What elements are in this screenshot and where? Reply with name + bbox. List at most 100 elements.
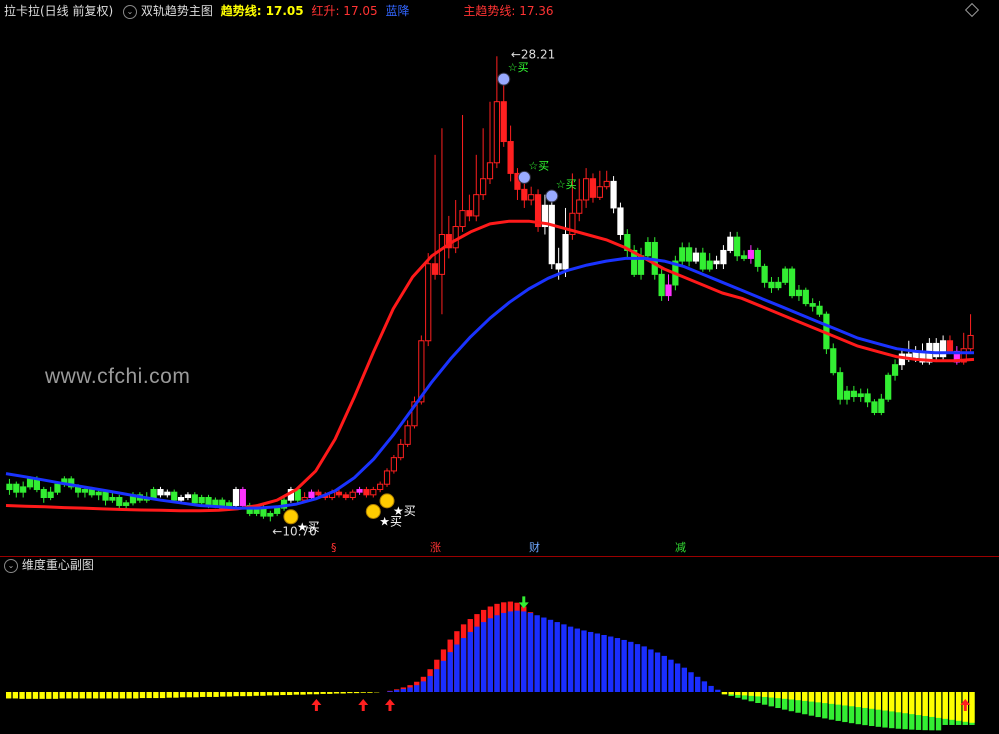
hist-bar: [166, 692, 172, 698]
sell-signal-label: ☆买: [556, 178, 577, 191]
event-marker[interactable]: §: [329, 541, 339, 555]
candle-body: [397, 443, 404, 459]
frowny-icon: [517, 170, 531, 184]
hist-bar: [86, 692, 92, 699]
candle-body: [459, 210, 466, 228]
up-arrow-icon: [960, 699, 971, 711]
hist-bar: [253, 692, 259, 696]
candle-body: [88, 489, 95, 496]
candle-body: [837, 372, 844, 400]
smiley-icon: [283, 509, 299, 525]
hist-bar: [6, 692, 12, 699]
event-marker[interactable]: 涨: [428, 541, 443, 555]
chevron-down-icon[interactable]: ⌄: [123, 4, 138, 19]
candle-body: [390, 457, 397, 472]
hist-bar: [353, 692, 360, 694]
hist-bar: [246, 692, 253, 697]
hist-bar: [126, 692, 132, 699]
hist-bar: [862, 692, 868, 708]
hist-bar: [233, 692, 239, 697]
candle-body: [679, 247, 686, 262]
hist-bar: [902, 692, 908, 714]
hist-bar: [193, 692, 199, 698]
candle-body: [775, 281, 782, 289]
hist-bar: [895, 692, 902, 713]
candle-body: [830, 348, 837, 374]
hist-bar: [695, 676, 701, 692]
event-marker[interactable]: 减: [673, 541, 688, 555]
hist-bar: [942, 692, 948, 719]
hist-bar: [420, 681, 427, 692]
hist-bar: [220, 692, 226, 697]
hist-bar: [561, 624, 567, 692]
candle-body: [685, 247, 693, 262]
candle-body: [480, 178, 487, 196]
hist-bar: [434, 669, 440, 692]
indicator-chart[interactable]: [0, 557, 999, 733]
hist-bar: [313, 692, 320, 695]
candle-body: [150, 489, 157, 498]
hist-bar: [748, 692, 754, 696]
hist-bar: [915, 692, 922, 716]
candle-body: [507, 141, 514, 174]
candle-body: [548, 204, 555, 265]
candle-body: [349, 491, 356, 498]
chevron-down-icon[interactable]: ⌄: [4, 558, 18, 573]
candle-body: [843, 390, 851, 400]
hist-bar: [394, 690, 400, 692]
indicator-name[interactable]: 双轨趋势主图: [141, 4, 213, 18]
hist-bar: [514, 610, 520, 692]
candle-body: [713, 260, 720, 265]
hist-bar: [634, 644, 641, 692]
hist-bar: [601, 635, 607, 692]
candle-body: [466, 210, 473, 217]
hist-bar: [260, 692, 266, 696]
hist-bar: [741, 692, 748, 696]
smiley-icon: [365, 503, 381, 519]
candle-body: [583, 178, 590, 201]
sub-indicator-name[interactable]: 维度重心副图: [22, 558, 94, 572]
candle-body: [13, 483, 20, 493]
event-marker[interactable]: 财: [527, 541, 542, 555]
candle-body: [864, 393, 871, 403]
candle-body: [521, 188, 528, 201]
price-chart[interactable]: ←28.21←10.70★买 ★买★买☆买☆买☆买: [0, 0, 999, 556]
hist-bar: [340, 692, 346, 694]
candle-body: [232, 489, 240, 506]
hist-bar: [414, 685, 420, 692]
hist-bar: [715, 689, 721, 692]
hist-bar: [929, 692, 935, 717]
candle-body: [933, 342, 940, 358]
hist-bar: [59, 692, 65, 699]
watermark: www.cfchi.com: [45, 365, 191, 388]
candle-body: [95, 491, 102, 496]
hist-bar: [527, 612, 534, 692]
hist-bar: [668, 659, 674, 692]
candle-body: [473, 194, 480, 217]
hist-bar: [868, 692, 875, 709]
candle-body: [54, 483, 61, 493]
hist-bar: [179, 692, 186, 698]
candle-body: [40, 489, 47, 498]
hist-bar: [266, 692, 273, 696]
hist-bar: [474, 626, 480, 692]
candle-body: [939, 340, 947, 358]
hist-bar: [367, 692, 373, 693]
hist-bar: [828, 692, 835, 704]
hist-bar: [521, 611, 527, 692]
candle-body: [6, 483, 13, 491]
trend-label: 趋势线: 17.05: [220, 4, 304, 18]
hist-bar: [661, 655, 667, 692]
candle-body: [500, 101, 507, 143]
candle-body: [720, 249, 727, 265]
hist-bar: [507, 611, 514, 692]
hist-bar: [407, 687, 413, 692]
hist-bar: [554, 622, 560, 692]
candle-body: [898, 353, 906, 366]
candle-body: [727, 236, 734, 251]
hist-bar: [387, 691, 393, 692]
hist-bar: [608, 636, 614, 692]
candle-body: [699, 252, 706, 270]
hist-bar: [614, 638, 621, 692]
candle-body: [363, 489, 370, 496]
